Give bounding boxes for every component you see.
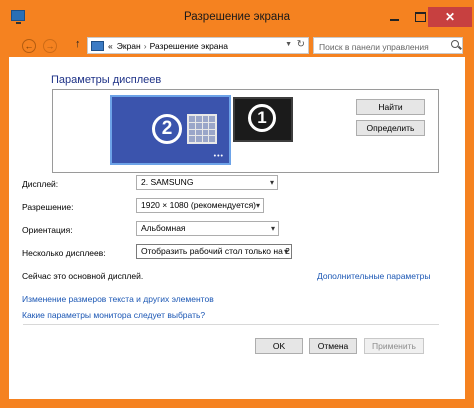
chevron-down-icon: ▾: [283, 247, 288, 256]
refresh-icon[interactable]: ↻: [297, 39, 305, 50]
search-box[interactable]: [313, 37, 463, 55]
chevron-down-icon: ▾: [255, 201, 260, 210]
advanced-settings-link[interactable]: Дополнительные параметры: [317, 271, 430, 281]
close-button[interactable]: ✕: [428, 7, 472, 27]
identify-button[interactable]: Найти: [356, 99, 425, 115]
back-button[interactable]: ←: [22, 39, 36, 53]
page-title: Параметры дисплеев: [51, 74, 162, 86]
breadcrumb-display[interactable]: Экран: [117, 41, 141, 51]
which-settings-link[interactable]: Какие параметры монитора следует выбрать…: [22, 310, 205, 320]
search-input[interactable]: [314, 38, 446, 55]
main-content: Параметры дисплеев 2 ••• 1 Найти Определ…: [9, 57, 465, 399]
title-bar: Разрешение экрана ✕: [0, 0, 474, 36]
orientation-select[interactable]: Альбомная ▾: [136, 221, 279, 236]
display-label: Дисплей:: [22, 179, 59, 189]
monitor-2-number: 2: [152, 114, 182, 144]
orientation-select-value: Альбомная: [141, 223, 186, 233]
monitor-1-tile[interactable]: 1: [233, 97, 293, 142]
status-text: Сейчас это основной дисплей.: [22, 271, 144, 281]
display-select-value: 2. SAMSUNG: [141, 177, 194, 187]
monitor-2-dots: •••: [213, 153, 224, 160]
minimize-icon: [389, 19, 399, 21]
window-frame: Разрешение экрана ✕ ← → ↑ « Экран › Разр…: [0, 0, 474, 408]
breadcrumb-screen-resolution[interactable]: Разрешение экрана: [150, 41, 228, 51]
address-bar[interactable]: « Экран › Разрешение экрана ▼ ↻: [87, 37, 309, 54]
resolution-select[interactable]: 1920 × 1080 (рекомендуется) ▾: [136, 198, 264, 213]
resolution-label: Разрешение:: [22, 202, 74, 212]
breadcrumb-separator: «: [108, 40, 113, 51]
monitor-1-number: 1: [248, 104, 276, 132]
display-arrangement-area: 2 ••• 1 Найти Определить: [52, 89, 439, 173]
start-screen-icon: [187, 114, 217, 144]
monitor-2-tile[interactable]: 2 •••: [110, 95, 231, 165]
divider: [23, 324, 439, 325]
ok-button[interactable]: OK: [255, 338, 303, 354]
detect-button[interactable]: Определить: [356, 120, 425, 136]
display-select[interactable]: 2. SAMSUNG ▾: [136, 175, 278, 190]
search-icon[interactable]: [451, 40, 459, 48]
multiple-displays-label: Несколько дисплеев:: [22, 248, 106, 258]
address-dropdown-icon[interactable]: ▼: [285, 41, 292, 48]
resolution-select-value: 1920 × 1080 (рекомендуется): [141, 200, 256, 210]
cancel-button[interactable]: Отмена: [309, 338, 357, 354]
chevron-down-icon: ▾: [270, 224, 275, 233]
orientation-label: Ориентация:: [22, 225, 73, 235]
breadcrumb-separator: ›: [143, 40, 147, 51]
control-panel-icon: [91, 40, 104, 51]
apply-button[interactable]: Применить: [364, 338, 424, 354]
forward-button[interactable]: →: [43, 39, 57, 53]
minimize-button[interactable]: [382, 7, 406, 27]
navigation-bar: ← → ↑ « Экран › Разрешение экрана ▼ ↻: [9, 36, 465, 56]
resize-text-link[interactable]: Изменение размеров текста и других элеме…: [22, 294, 214, 304]
multiple-displays-select[interactable]: Отобразить рабочий стол только на 2 ▾: [136, 244, 292, 259]
maximize-icon: [414, 12, 426, 22]
multiple-displays-select-value: Отобразить рабочий стол только на 2: [141, 246, 290, 256]
up-arrow-icon[interactable]: ↑: [75, 38, 81, 50]
chevron-down-icon: ▾: [269, 178, 274, 187]
